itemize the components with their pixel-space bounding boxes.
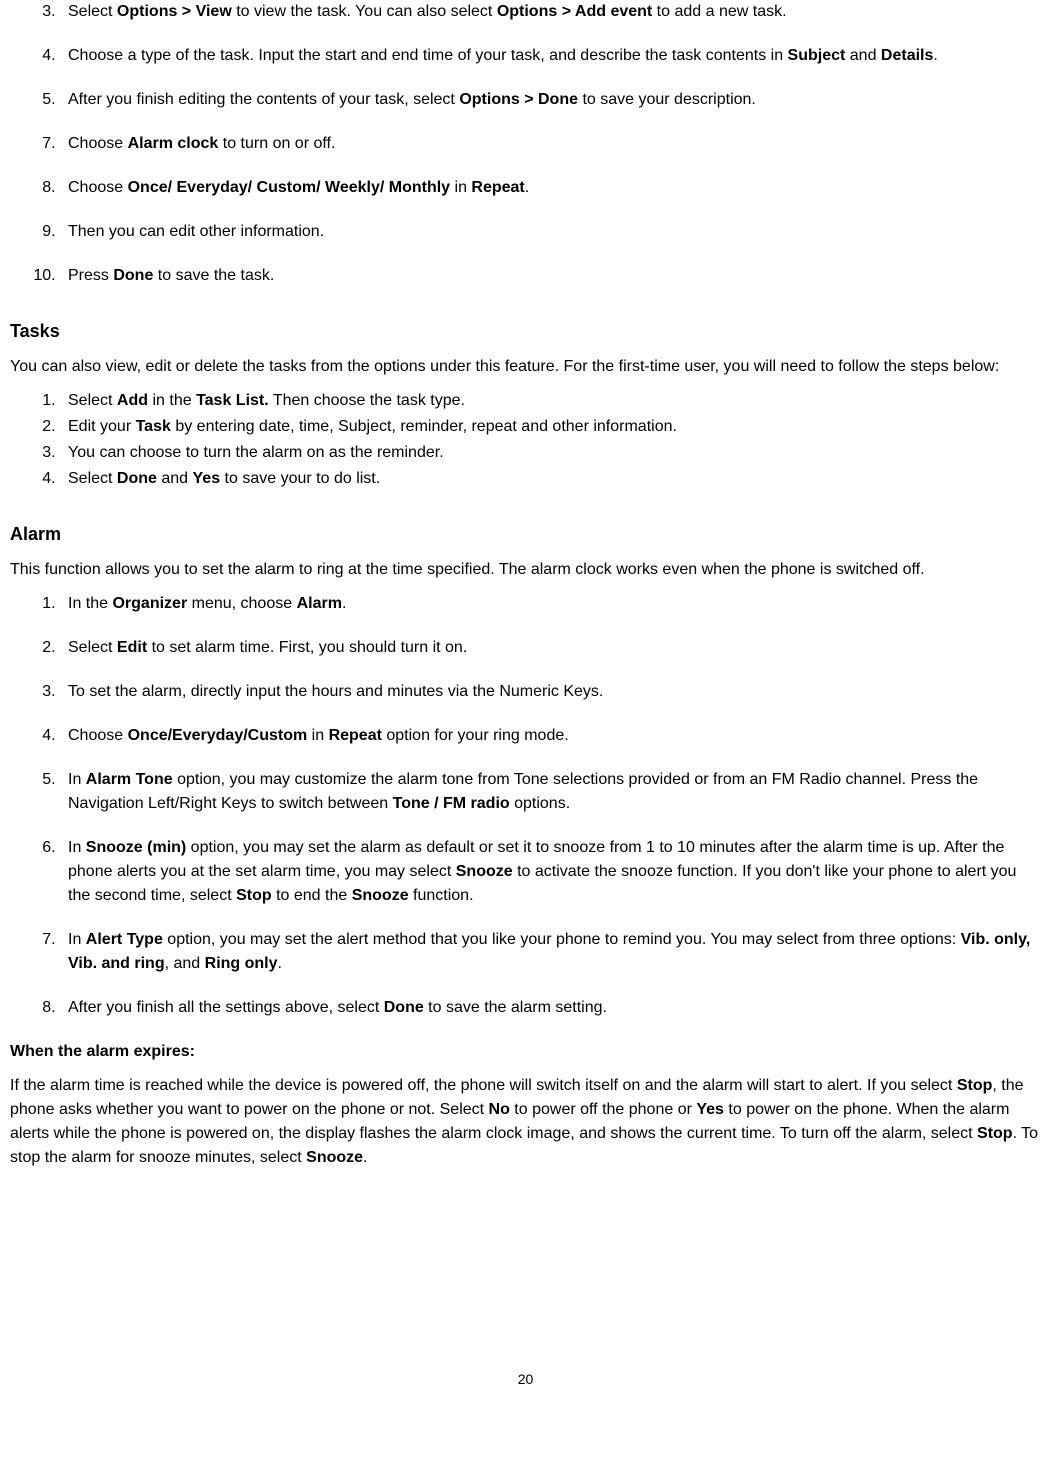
tasks-list-item: You can choose to turn the alarm on as t… bbox=[60, 441, 1041, 465]
alarm-heading: Alarm bbox=[10, 521, 1041, 548]
alarm-list-item: Choose Once/Everyday/Custom in Repeat op… bbox=[60, 724, 1041, 748]
tasks-list-item: Edit your Task by entering date, time, S… bbox=[60, 415, 1041, 439]
top-instruction-list: Select Options > View to view the task. … bbox=[10, 0, 1041, 288]
alarm-list-item: In the Organizer menu, choose Alarm. bbox=[60, 592, 1041, 616]
alarm-expires-heading: When the alarm expires: bbox=[10, 1040, 1041, 1064]
alarm-list-item: In Snooze (min) option, you may set the … bbox=[60, 836, 1041, 908]
alarm-list: In the Organizer menu, choose Alarm. Sele… bbox=[10, 592, 1041, 1020]
top-list-item: Choose a type of the task. Input the sta… bbox=[60, 44, 1041, 68]
alarm-list-item: After you finish all the settings above,… bbox=[60, 996, 1041, 1020]
tasks-list: Select Add in the Task List. Then choose… bbox=[10, 389, 1041, 491]
tasks-list-item: Select Done and Yes to save your to do l… bbox=[60, 467, 1041, 491]
tasks-intro: You can also view, edit or delete the ta… bbox=[10, 355, 1041, 379]
alarm-list-item: In Alarm Tone option, you may customize … bbox=[60, 768, 1041, 816]
tasks-list-item: Select Add in the Task List. Then choose… bbox=[60, 389, 1041, 413]
top-list-item: Then you can edit other information. bbox=[60, 220, 1041, 244]
top-list-item: Choose Once/ Everyday/ Custom/ Weekly/ M… bbox=[60, 176, 1041, 200]
top-list-item: Choose Alarm clock to turn on or off. bbox=[60, 132, 1041, 156]
top-list-item: After you finish editing the contents of… bbox=[60, 88, 1041, 112]
alarm-list-item: To set the alarm, directly input the hou… bbox=[60, 680, 1041, 704]
alarm-list-item: Select Edit to set alarm time. First, yo… bbox=[60, 636, 1041, 660]
page-number: 20 bbox=[10, 1369, 1041, 1390]
alarm-intro: This function allows you to set the alar… bbox=[10, 558, 1041, 582]
alarm-expires-text: If the alarm time is reached while the d… bbox=[10, 1074, 1041, 1170]
document-page: Select Options > View to view the task. … bbox=[10, 0, 1041, 1400]
top-list-item: Select Options > View to view the task. … bbox=[60, 0, 1041, 24]
tasks-heading: Tasks bbox=[10, 318, 1041, 345]
top-list-item: Press Done to save the task. bbox=[60, 264, 1041, 288]
alarm-list-item: In Alert Type option, you may set the al… bbox=[60, 928, 1041, 976]
